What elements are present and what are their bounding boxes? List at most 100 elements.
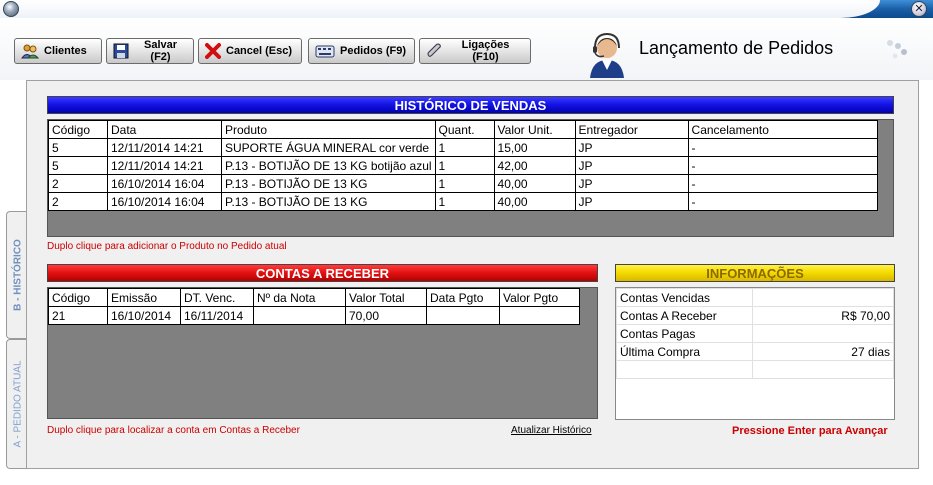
salvar-button[interactable]: Salvar (F2): [106, 38, 194, 64]
atualizar-historico-link[interactable]: Atualizar Histórico: [511, 425, 592, 436]
contas-cell: 16/11/2014: [180, 306, 254, 325]
historico-cell: -: [687, 156, 878, 175]
info-value: [752, 288, 894, 307]
contas-cell: 70,00: [345, 306, 427, 325]
attendant-headset-icon: [590, 32, 624, 78]
tab-historico-label: B - HISTÓRICO: [12, 239, 23, 311]
contas-column-header[interactable]: Emissão: [107, 288, 181, 307]
contas-grid[interactable]: Código Emissão DT. Venc. Nº da Nota Valor To…: [47, 287, 598, 419]
historico-cell: JP: [574, 156, 689, 175]
clientes-label: Clientes: [44, 45, 87, 57]
info-row: Contas A Receber R$ 70,00: [616, 306, 894, 325]
historico-cell: 5: [48, 138, 108, 157]
historico-cell: 40,00: [493, 174, 576, 193]
info-row: Última Compra 27 dias: [616, 342, 894, 361]
historico-panel: HISTÓRICO DE VENDAS Código Data Produto Qua…: [26, 80, 919, 469]
table-row[interactable]: 21 16/10/2014 16/11/2014 70,00: [48, 306, 580, 325]
info-value: 27 dias: [752, 342, 894, 361]
info-label: Contas A Receber: [616, 306, 753, 325]
clientes-button[interactable]: Clientes: [14, 38, 102, 64]
keyboard-icon: [315, 45, 335, 58]
vertical-tab-strip: B - HISTÓRICO A - PEDIDO ATUAL: [0, 80, 28, 485]
historico-column-header[interactable]: Entregador: [574, 120, 689, 139]
historico-cell: 16/10/2014 16:04: [107, 174, 222, 193]
historico-table[interactable]: Código Data Produto Quant. Valor Unit. Entreg…: [48, 120, 878, 211]
info-label: Última Compra: [616, 342, 753, 361]
close-icon[interactable]: ✕: [911, 1, 927, 17]
pedidos-button[interactable]: Pedidos (F9): [308, 38, 415, 64]
floppy-disk-icon: [113, 43, 129, 59]
cancel-button[interactable]: Cancel (Esc): [198, 38, 302, 64]
tab-historico[interactable]: B - HISTÓRICO: [6, 211, 28, 339]
historico-grid[interactable]: Código Data Produto Quant. Valor Unit. Entreg…: [47, 119, 894, 237]
contas-column-header[interactable]: Valor Total: [345, 288, 427, 307]
informacoes-box: Contas Vencidas Contas A Receber R$ 70,00 C…: [615, 287, 895, 420]
table-row[interactable]: 2 16/10/2014 16:04 P.13 - BOTIJÃO DE 13 KG…: [48, 174, 878, 193]
info-row: Contas Pagas: [616, 324, 894, 343]
contas-cell: [253, 306, 346, 325]
historico-cell: 2: [48, 174, 108, 193]
historico-header: HISTÓRICO DE VENDAS: [47, 96, 894, 114]
info-row: [616, 360, 894, 379]
historico-cell: SUPORTE ÁGUA MINERAL cor verde: [221, 138, 436, 157]
phone-handset-icon: [427, 43, 441, 57]
titlebar-wave: [0, 0, 880, 18]
historico-cell: 12/11/2014 14:21: [107, 156, 222, 175]
historico-cell: 1: [434, 192, 495, 211]
historico-column-header[interactable]: Cancelamento: [687, 120, 878, 139]
historico-cell: 15,00: [493, 138, 576, 157]
historico-cell: 5: [48, 156, 108, 175]
contas-header-row: Código Emissão DT. Venc. Nº da Nota Valor To…: [48, 288, 580, 307]
historico-cell: 40,00: [493, 192, 576, 211]
info-value: [752, 360, 894, 379]
historico-column-header[interactable]: Produto: [221, 120, 436, 139]
historico-cell: -: [687, 192, 878, 211]
historico-cell: 1: [434, 156, 495, 175]
historico-cell: -: [687, 174, 878, 193]
contas-column-header[interactable]: Valor Pgto: [499, 288, 580, 307]
tab-pedido-atual[interactable]: A - PEDIDO ATUAL: [6, 339, 28, 469]
informacoes-table: Contas Vencidas Contas A Receber R$ 70,00 C…: [616, 288, 894, 379]
info-value: [752, 324, 894, 343]
historico-cell: 1: [434, 174, 495, 193]
salvar-label: Salvar (F2): [143, 39, 178, 63]
historico-cell: JP: [574, 138, 689, 157]
historico-cell: 2: [48, 192, 108, 211]
historico-column-header[interactable]: Quant.: [434, 120, 495, 139]
historico-column-header[interactable]: Valor Unit.: [493, 120, 576, 139]
contas-column-header[interactable]: Data Pgto: [426, 288, 500, 307]
contas-cell: [499, 306, 580, 325]
users-icon: [21, 44, 39, 59]
historico-header-row: Código Data Produto Quant. Valor Unit. Entreg…: [48, 120, 878, 139]
toolbar: Clientes Salvar (F2) Cancel (Esc) Pedido…: [0, 18, 933, 80]
info-label: Contas Pagas: [616, 324, 753, 343]
contas-cell: 16/10/2014: [107, 306, 181, 325]
contas-cell: 21: [48, 306, 108, 325]
table-row[interactable]: 5 12/11/2014 14:21 SUPORTE ÁGUA MINERAL co…: [48, 138, 878, 157]
historico-hint: Duplo clique para adicionar o Produto no…: [47, 241, 287, 252]
contas-column-header[interactable]: DT. Venc.: [180, 288, 254, 307]
table-row[interactable]: 5 12/11/2014 14:21 P.13 - BOTIJÃO DE 13 KG…: [48, 156, 878, 175]
system-menu-icon[interactable]: [3, 1, 19, 17]
cancel-label: Cancel (Esc): [226, 45, 293, 57]
contas-column-header[interactable]: Código: [48, 288, 108, 307]
historico-column-header[interactable]: Data: [107, 120, 222, 139]
info-label: Contas Vencidas: [616, 288, 753, 307]
historico-cell: -: [687, 138, 878, 157]
contas-hint: Duplo clique para localizar a conta em C…: [47, 425, 300, 436]
table-row[interactable]: 2 16/10/2014 16:04 P.13 - BOTIJÃO DE 13 KG…: [48, 192, 878, 211]
tab-pedido-atual-label: A - PEDIDO ATUAL: [12, 360, 23, 448]
info-value: R$ 70,00: [752, 306, 894, 325]
historico-cell: 42,00: [493, 156, 576, 175]
contas-cell: [426, 306, 500, 325]
historico-cell: 1: [434, 138, 495, 157]
contas-column-header[interactable]: Nº da Nota: [253, 288, 346, 307]
historico-cell: P.13 - BOTIJÃO DE 13 KG: [221, 174, 436, 193]
contas-header: CONTAS A RECEBER: [47, 264, 598, 282]
contas-table[interactable]: Código Emissão DT. Venc. Nº da Nota Valor To…: [48, 288, 580, 325]
pedidos-label: Pedidos (F9): [340, 45, 407, 57]
historico-cell: P.13 - BOTIJÃO DE 13 KG botijão azul: [221, 156, 436, 175]
historico-column-header[interactable]: Código: [48, 120, 108, 139]
ligacoes-button[interactable]: Ligações (F10): [419, 38, 531, 64]
window-titlebar: ✕: [0, 0, 933, 18]
